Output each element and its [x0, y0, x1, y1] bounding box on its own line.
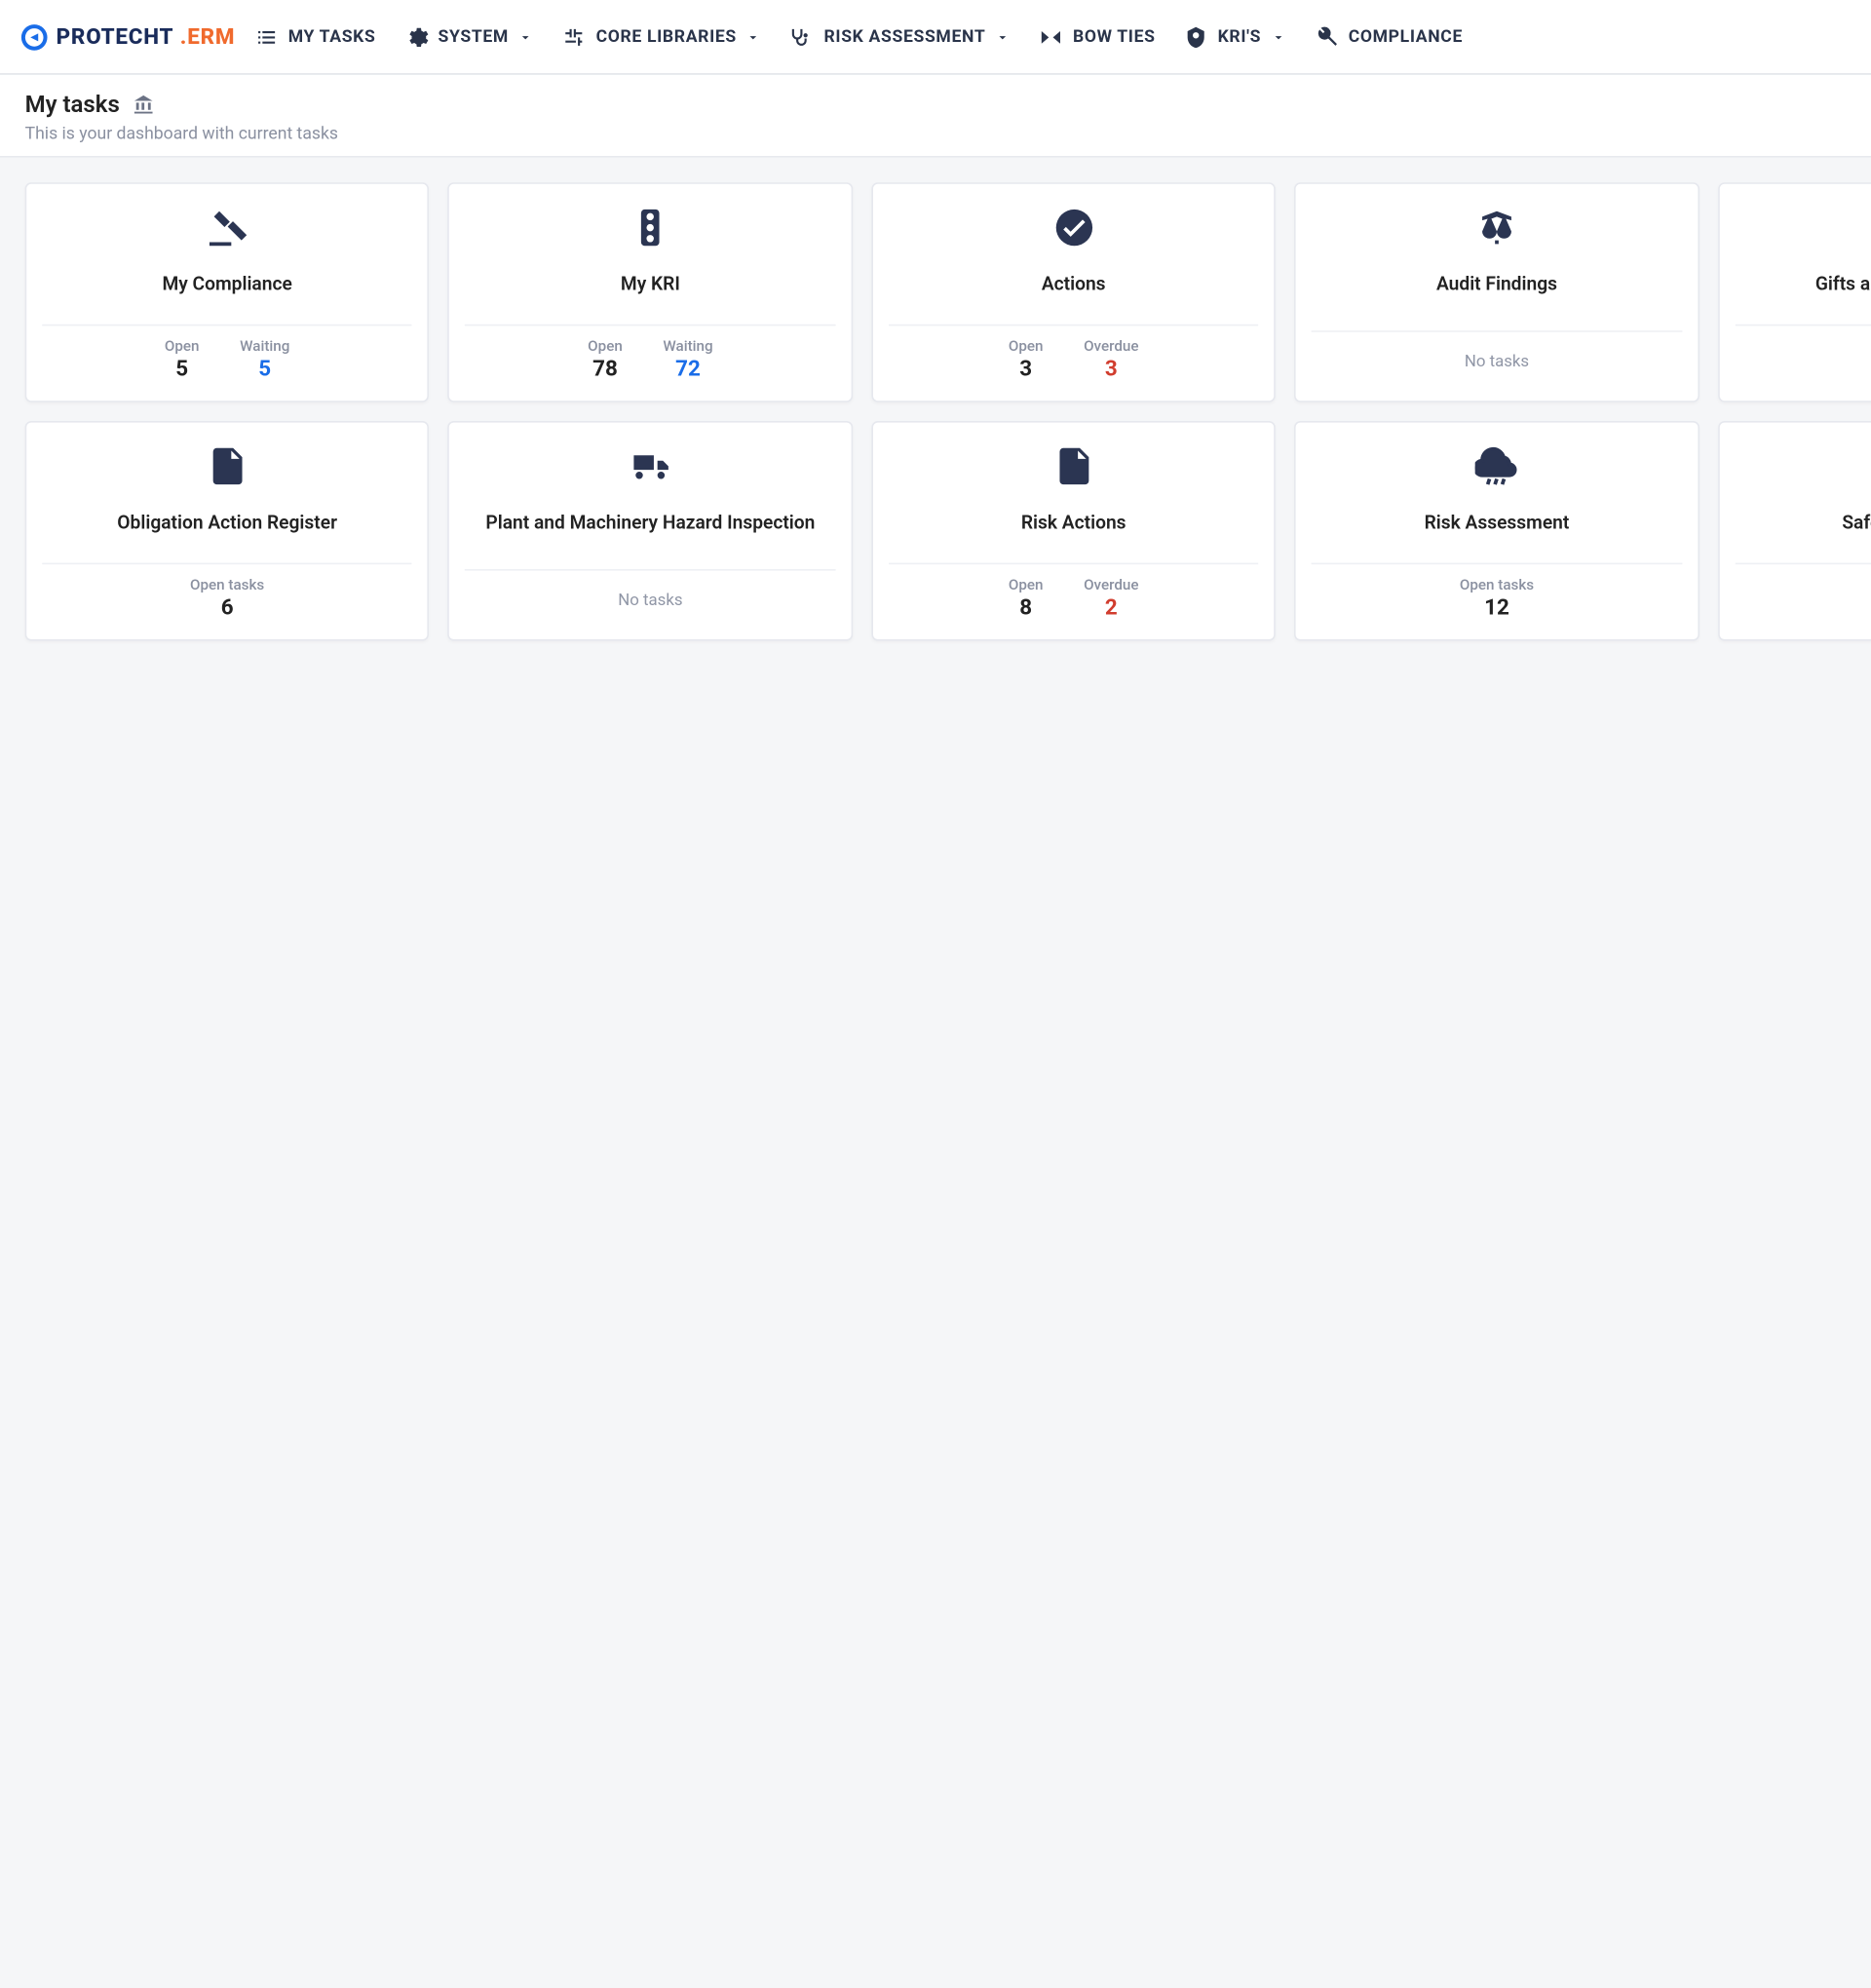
nav-label: BOW TIES	[1073, 26, 1156, 47]
cards-grid: My ComplianceOpen5Waiting5My KRIOpen78Wa…	[0, 158, 1871, 667]
stat-value-right: 2	[1084, 595, 1138, 621]
stat-value-left: 3	[1009, 357, 1044, 382]
card-stats: Open8 Overdue2	[889, 563, 1259, 621]
nav-items: MY TASKS SYSTEM CORE LIBRARIES RISK ASSESSM…	[254, 24, 1464, 50]
stat-label-right: Waiting	[240, 338, 289, 356]
stat-value-left: 5	[165, 357, 200, 382]
card-title: Safety Inspections	[1842, 501, 1871, 545]
card-single-stat: Open tasks12	[1312, 563, 1682, 621]
doc-icon	[1051, 444, 1095, 488]
card-single-stat: Open tasks6	[42, 563, 412, 621]
chevron-down-icon	[1271, 29, 1286, 45]
page-header: My tasks This is your dashboard with cur…	[0, 75, 1871, 158]
card-my-compliance[interactable]: My ComplianceOpen5Waiting5	[25, 182, 430, 402]
brand-logo: PROTECHT.ERM	[19, 21, 235, 53]
nav-item-kri-s[interactable]: KRI'S	[1183, 24, 1285, 50]
single-label: Open tasks	[1735, 338, 1871, 356]
stat-label-right: Overdue	[1084, 338, 1138, 356]
stat-label-right: Waiting	[663, 338, 712, 356]
stat-value-left: 78	[588, 357, 623, 382]
single-label: Open tasks	[1735, 577, 1871, 594]
nav-item-compliance[interactable]: COMPLIANCE	[1315, 24, 1464, 50]
card-stats: Open78 Waiting72	[465, 325, 835, 382]
card-title: Risk Actions	[1021, 501, 1126, 545]
card-title: Obligation Action Register	[117, 501, 337, 545]
card-title: My KRI	[621, 262, 680, 306]
brand-name: PROTECHT	[57, 24, 174, 50]
nav-label: RISK ASSESSMENT	[824, 26, 986, 47]
card-obligation-action-register[interactable]: Obligation Action Register Open tasks6	[25, 421, 430, 641]
stat-label-right: Overdue	[1084, 577, 1138, 594]
card-title: Gifts and Entertainments	[1815, 262, 1871, 306]
nav-label: COMPLIANCE	[1349, 26, 1463, 47]
single-value: 6	[42, 595, 412, 621]
nav-label: CORE LIBRARIES	[596, 26, 737, 47]
page-title: My tasks	[25, 91, 120, 119]
wrench-icon	[1315, 24, 1340, 50]
traffic-icon	[629, 206, 672, 249]
bank-icon	[133, 94, 154, 115]
nav-item-my-tasks[interactable]: MY TASKS	[254, 24, 376, 50]
nav-item-system[interactable]: SYSTEM	[403, 24, 533, 50]
single-value: 12	[1312, 595, 1682, 621]
page-subtitle: This is your dashboard with current task…	[25, 123, 1871, 143]
single-label: Open tasks	[1312, 577, 1682, 594]
stat-label-left: Open	[165, 338, 200, 356]
card-title: Risk Assessment	[1425, 501, 1570, 545]
stat-value-left: 8	[1009, 595, 1044, 621]
single-value: 2	[1735, 357, 1871, 382]
nav-label: SYSTEM	[438, 26, 509, 47]
nav-label: MY TASKS	[288, 26, 376, 47]
scales-icon	[1475, 206, 1519, 249]
kri-icon	[1183, 24, 1208, 50]
nav-item-bow-ties[interactable]: BOW TIES	[1039, 24, 1156, 50]
stat-value-right: 5	[240, 357, 289, 382]
logo-mark-icon	[19, 21, 50, 53]
card-actions[interactable]: ActionsOpen3Overdue3	[871, 182, 1276, 402]
stat-label-left: Open	[588, 338, 623, 356]
card-safety-inspections[interactable]: Safety Inspections Open tasks7	[1718, 421, 1871, 641]
single-value: 7	[1735, 595, 1871, 621]
stat-value-right: 72	[663, 357, 712, 382]
truck-icon	[629, 444, 672, 488]
stethoscope-icon	[789, 24, 815, 50]
chevron-down-icon	[746, 29, 762, 45]
card-my-kri[interactable]: My KRI Open78 Waiting72	[448, 182, 853, 402]
bowtie-icon	[1039, 24, 1064, 50]
stat-label-left: Open	[1009, 577, 1044, 594]
card-stats: Open5Waiting5	[42, 325, 412, 382]
gear-icon	[403, 24, 429, 50]
nav-item-core-libraries[interactable]: CORE LIBRARIES	[561, 24, 761, 50]
card-title: Audit Findings	[1436, 262, 1557, 306]
top-nav: PROTECHT.ERM MY TASKS SYSTEM CORE LIBRARIE…	[0, 0, 1871, 75]
card-plant-and-machinery-hazard-inspection[interactable]: Plant and Machinery Hazard Inspection No …	[448, 421, 853, 641]
stat-label-left: Open	[1009, 338, 1044, 356]
nav-label: KRI'S	[1218, 26, 1262, 47]
card-title: Actions	[1042, 262, 1106, 306]
card-title: Plant and Machinery Hazard Inspection	[485, 501, 815, 545]
card-risk-assessment[interactable]: Risk Assessment Open tasks12	[1294, 421, 1699, 641]
check-circle-icon	[1051, 206, 1095, 249]
card-audit-findings[interactable]: Audit Findings No tasks	[1294, 182, 1699, 402]
doc-icon	[206, 444, 249, 488]
no-tasks-label: No tasks	[1312, 330, 1682, 371]
card-stats: Open3Overdue3	[889, 325, 1259, 382]
list-icon	[254, 24, 280, 50]
card-risk-actions[interactable]: Risk Actions Open8 Overdue2	[871, 421, 1276, 641]
stat-value-right: 3	[1084, 357, 1138, 382]
chevron-down-icon	[518, 29, 534, 45]
chevron-down-icon	[995, 29, 1011, 45]
single-label: Open tasks	[42, 577, 412, 594]
gavel-icon	[206, 206, 249, 249]
card-single-stat: Open tasks7	[1735, 563, 1871, 621]
sliders-icon	[561, 24, 587, 50]
brand-suffix: .ERM	[180, 24, 236, 50]
no-tasks-label: No tasks	[465, 569, 835, 610]
card-single-stat: Open tasks2	[1735, 325, 1871, 382]
card-gifts-and-entertainments[interactable]: Gifts and Entertainments Open tasks2	[1718, 182, 1871, 402]
rain-icon	[1475, 444, 1519, 488]
card-title: My Compliance	[162, 262, 291, 306]
nav-item-risk-assessment[interactable]: RISK ASSESSMENT	[789, 24, 1011, 50]
